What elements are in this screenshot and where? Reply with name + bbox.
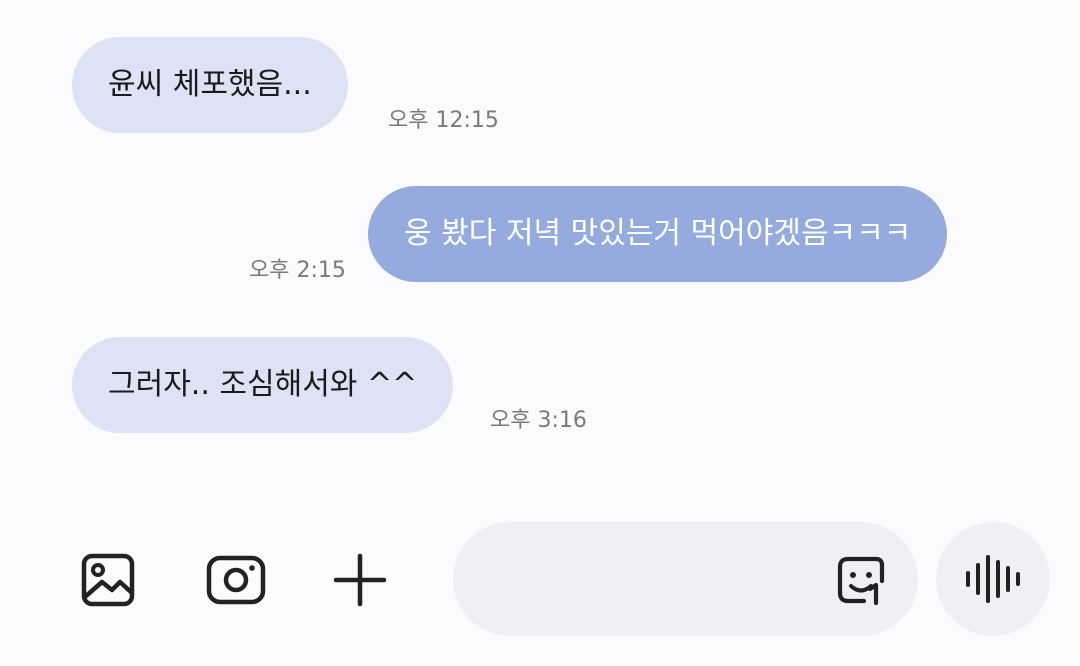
message-bubble-incoming[interactable]: 윤씨 체포했음... [72, 37, 348, 133]
message-timestamp: 오후 12:15 [388, 108, 499, 133]
message-input-container[interactable] [453, 522, 918, 638]
message-bubble-incoming[interactable]: 그러자.. 조심해서와 ^^ [72, 337, 454, 433]
plus-icon [333, 553, 387, 607]
message-list[interactable]: 윤씨 체포했음... 오후 12:15 웅 봤다 저녁 맛있는거 먹어야겠음ㅋㅋ… [0, 0, 1080, 500]
message-bubble-outgoing[interactable]: 웅 봤다 저녁 맛있는거 먹어야겠음ㅋㅋㅋ [368, 186, 948, 282]
voice-waveform-icon [966, 555, 1020, 603]
emoji-sticker-icon [837, 556, 885, 606]
message-input[interactable] [493, 522, 827, 638]
message-timestamp: 오후 2:15 [249, 258, 346, 283]
gallery-button[interactable] [72, 544, 144, 616]
image-gallery-icon [81, 553, 135, 607]
camera-button[interactable] [200, 544, 272, 616]
voice-message-button[interactable] [936, 522, 1050, 636]
composer-bar [0, 500, 1080, 666]
emoji-button[interactable] [829, 548, 893, 612]
attach-more-button[interactable] [324, 544, 396, 616]
camera-icon [206, 555, 266, 605]
message-timestamp: 오후 3:16 [490, 408, 587, 433]
